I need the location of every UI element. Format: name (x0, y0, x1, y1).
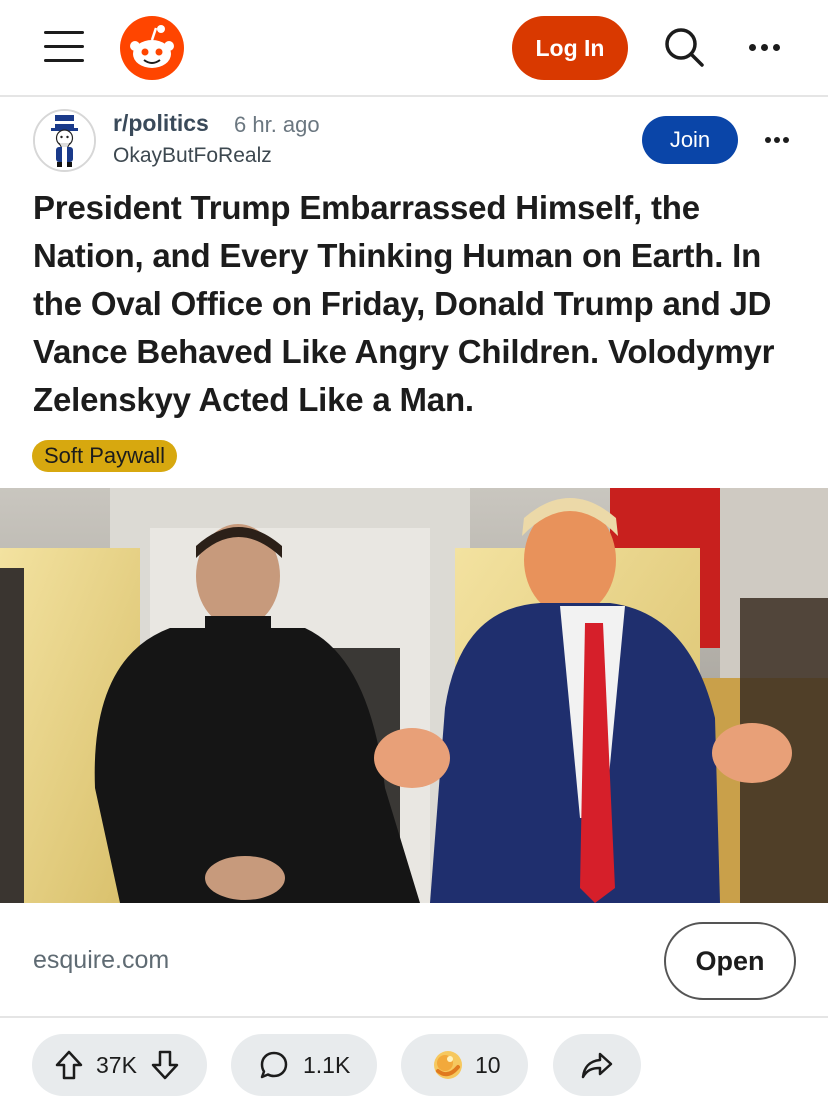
post-more-options-icon[interactable] (762, 130, 792, 150)
vote-control: 37K (32, 1034, 207, 1096)
subreddit-name-link[interactable]: r/politics (113, 110, 209, 137)
login-button[interactable]: Log In (512, 16, 628, 80)
search-icon[interactable] (662, 25, 706, 69)
post-timestamp: 6 hr. ago (234, 112, 320, 137)
award-count: 10 (475, 1051, 501, 1078)
post-title[interactable]: President Trump Embarrassed Himself, the… (33, 184, 803, 424)
subreddit-avatar[interactable] (33, 109, 96, 172)
share-button[interactable] (553, 1034, 641, 1096)
open-link-button[interactable]: Open (664, 922, 796, 1000)
downvote-arrow-icon[interactable] (143, 1049, 187, 1081)
post-thumbnail-image[interactable] (0, 488, 828, 903)
link-domain[interactable]: esquire.com (33, 946, 169, 975)
comment-bubble-icon (249, 1049, 299, 1081)
comments-button[interactable]: 1.1K (231, 1034, 377, 1096)
hamburger-menu-icon[interactable] (44, 31, 84, 63)
award-icon (423, 1045, 473, 1085)
join-button[interactable]: Join (642, 116, 738, 164)
more-options-icon[interactable] (742, 30, 786, 64)
author-username-link[interactable]: OkayButFoRealz (113, 144, 272, 168)
post-flair-badge[interactable]: Soft Paywall (32, 440, 178, 472)
upvote-arrow-icon[interactable] (44, 1049, 94, 1081)
comment-count: 1.1K (303, 1051, 351, 1078)
reddit-logo[interactable] (120, 16, 184, 80)
awards-button[interactable]: 10 (401, 1034, 528, 1096)
top-navigation-bar: Log In (0, 0, 828, 97)
divider (0, 1016, 828, 1018)
vote-count: 37K (96, 1051, 137, 1078)
share-arrow-icon (580, 1050, 614, 1080)
